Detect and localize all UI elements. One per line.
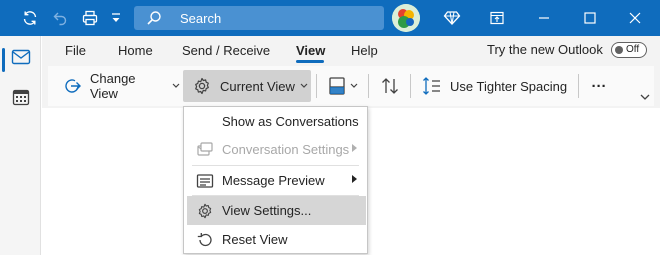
navigation-rail	[0, 36, 41, 255]
menu-item-label: Show as Conversations	[222, 114, 359, 129]
menu-item-conversation-settings[interactable]: Conversation Settings	[184, 135, 367, 164]
calendar-icon	[12, 88, 30, 109]
reset-view-label: Reset View	[222, 232, 288, 247]
sort-arrows-icon	[380, 76, 400, 96]
avatar[interactable]	[392, 4, 420, 32]
layout-button[interactable]	[324, 70, 364, 102]
more-options-label: ···	[591, 77, 607, 95]
ribbon-separator	[578, 74, 579, 98]
reading-pane-icon	[328, 76, 346, 96]
print-icon[interactable]	[78, 6, 102, 30]
reset-icon	[196, 231, 214, 249]
premium-diamond-icon[interactable]	[438, 6, 466, 30]
restore-window-icon[interactable]	[483, 6, 511, 30]
ribbon-separator	[368, 74, 369, 98]
submenu-arrow-icon	[352, 144, 357, 152]
tighter-spacing-label: Use Tighter Spacing	[450, 78, 568, 94]
toggle-state-label: Off	[626, 44, 640, 55]
change-view-label: Change View	[90, 71, 136, 101]
mail-icon	[11, 49, 31, 68]
more-options-button[interactable]: ···	[586, 70, 612, 102]
rail-item-calendar[interactable]	[0, 80, 41, 116]
tab-home[interactable]: Home	[118, 43, 153, 58]
customize-qat-icon[interactable]	[106, 6, 126, 30]
chevron-down-icon	[350, 83, 358, 89]
try-new-outlook-label: Try the new Outlook	[487, 42, 603, 57]
close-icon[interactable]	[621, 6, 649, 30]
sort-button[interactable]	[376, 70, 404, 102]
ribbon-separator	[410, 74, 411, 98]
show-as-conversations-text: Show as Conversations	[222, 114, 359, 129]
undo-icon[interactable]	[48, 6, 72, 30]
chevron-down-icon	[300, 83, 308, 89]
message-preview-label: Message Preview	[222, 173, 325, 188]
tighter-spacing-button[interactable]: Use Tighter Spacing	[418, 70, 576, 102]
current-view-menu: Show as Conversations Conversation Setti…	[183, 106, 368, 254]
ribbon-separator	[316, 74, 317, 98]
gear-icon	[192, 76, 212, 96]
menu-item-message-preview[interactable]: Message Preview	[184, 166, 367, 195]
message-preview-icon	[196, 172, 214, 190]
menu-item-reset-view[interactable]: Reset View	[184, 225, 367, 254]
view-settings-label: View Settings...	[222, 203, 312, 218]
change-view-icon	[62, 76, 82, 96]
search-icon	[146, 10, 162, 29]
rail-selection-indicator	[2, 48, 5, 72]
new-outlook-toggle[interactable]: Off	[611, 42, 647, 58]
tab-view-underline	[296, 60, 324, 63]
tab-file[interactable]: File	[65, 43, 86, 58]
menu-item-show-as-conversations[interactable]: Show as Conversations	[184, 107, 367, 136]
conversation-settings-icon	[196, 141, 214, 159]
sync-icon[interactable]	[18, 6, 42, 30]
minimize-icon[interactable]	[530, 6, 558, 30]
toggle-knob	[615, 46, 623, 54]
conversation-settings-label: Conversation Settings	[222, 142, 350, 157]
current-view-label: Current View	[220, 78, 295, 94]
rail-item-mail[interactable]	[0, 40, 41, 76]
search-placeholder: Search	[180, 11, 222, 26]
change-view-button[interactable]: Change View	[60, 70, 180, 102]
maximize-icon[interactable]	[576, 6, 604, 30]
tab-help[interactable]: Help	[351, 43, 378, 58]
tab-send-receive[interactable]: Send / Receive	[182, 43, 270, 58]
menu-item-view-settings[interactable]: View Settings...	[187, 196, 366, 225]
title-bar: Search	[0, 0, 660, 36]
chevron-down-icon	[172, 83, 180, 89]
current-view-button[interactable]: Current View	[183, 70, 311, 102]
tab-view[interactable]: View	[296, 43, 325, 58]
gear-icon	[196, 202, 214, 220]
search-box[interactable]: Search	[134, 6, 384, 30]
submenu-arrow-icon	[352, 175, 357, 183]
spacing-icon	[422, 76, 442, 96]
collapse-ribbon-icon[interactable]	[640, 93, 650, 101]
